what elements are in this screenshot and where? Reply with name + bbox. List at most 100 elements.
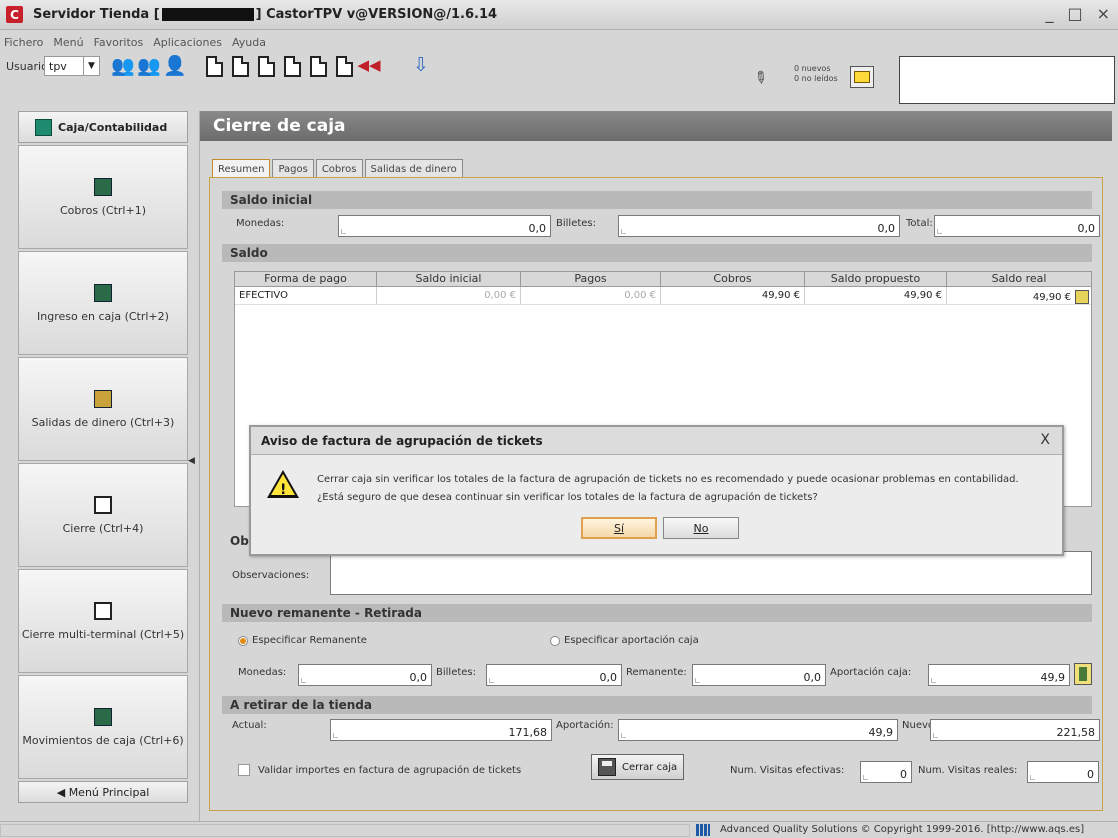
users-network-icon[interactable]: 👥 xyxy=(111,54,135,77)
document-icon[interactable] xyxy=(336,56,353,77)
tab-salidas-dinero[interactable]: Salidas de dinero xyxy=(364,159,463,178)
col-saldo-propuesto[interactable]: Saldo propuesto xyxy=(805,272,947,286)
dialog-message: Cerrar caja sin verificar los totales de… xyxy=(317,474,1019,503)
col-saldo-inicial[interactable]: Saldo inicial xyxy=(377,272,521,286)
tab-cobros[interactable]: Cobros xyxy=(315,159,363,178)
col-cobros[interactable]: Cobros xyxy=(661,272,805,286)
radio-especificar-aportacion[interactable] xyxy=(550,636,560,646)
minimize-button[interactable]: _ xyxy=(1045,4,1053,23)
calculator-icon[interactable] xyxy=(1074,663,1092,685)
dialog-close-button[interactable]: X xyxy=(1040,432,1050,448)
section-nuevo-remanente: Nuevo remanente - Retirada xyxy=(222,604,1092,622)
message-display-box xyxy=(899,56,1115,104)
redacted-block xyxy=(161,8,254,21)
retirar-aportacion-field[interactable]: 49,9 xyxy=(618,719,898,741)
users-group-icon[interactable]: 👥 xyxy=(137,54,161,77)
radio-especificar-remanente[interactable] xyxy=(238,636,248,646)
validar-importes-label: Validar importes en factura de agrupació… xyxy=(258,765,522,776)
status-bar: Advanced Quality Solutions © Copyright 1… xyxy=(0,821,1118,838)
cash-register-icon xyxy=(35,118,52,136)
page-title: Cierre de caja xyxy=(200,111,1112,141)
tab-resumen[interactable]: Resumen xyxy=(212,159,271,178)
save-disk-icon xyxy=(598,758,616,776)
document-icon[interactable] xyxy=(258,56,275,77)
pin-icon: ✎ xyxy=(749,65,772,90)
sidebar-item-cobros[interactable]: Cobros (Ctrl+1) xyxy=(18,145,188,249)
saldo-inicial-monedas-field[interactable]: 0,0 xyxy=(338,215,551,237)
mail-button[interactable] xyxy=(850,66,874,88)
menu-aplicaciones[interactable]: Aplicaciones xyxy=(153,36,222,50)
observaciones-textarea[interactable] xyxy=(330,551,1092,595)
warning-dialog: Aviso de factura de agrupación de ticket… xyxy=(249,425,1064,556)
cell-saldo-real[interactable]: 49,90 € xyxy=(947,287,1091,304)
dialog-title: Aviso de factura de agrupación de ticket… xyxy=(251,427,1062,455)
cell-saldo-propuesto: 49,90 € xyxy=(805,287,947,304)
retirar-actual-field[interactable]: 171,68 xyxy=(330,719,552,741)
total-label: Total: xyxy=(906,218,933,229)
retirar-nuevo-field[interactable]: 221,58 xyxy=(930,719,1100,741)
document-icon[interactable] xyxy=(206,56,223,77)
document-icon[interactable] xyxy=(232,56,249,77)
tab-pagos[interactable]: Pagos xyxy=(272,159,314,178)
aportacion-label: Aportación: xyxy=(556,720,614,731)
document-icon[interactable] xyxy=(284,56,301,77)
saldo-inicial-billetes-field[interactable]: 0,0 xyxy=(618,215,900,237)
observaciones-label: Observaciones: xyxy=(232,570,310,581)
document-icon[interactable] xyxy=(310,56,327,77)
menu-fichero[interactable]: Fichero xyxy=(4,36,43,50)
table-row[interactable]: EFECTIVO 0,00 € 0,00 € 49,90 € 49,90 € 4… xyxy=(235,287,1091,305)
sidebar-item-cierre[interactable]: Cierre (Ctrl+4) xyxy=(18,463,188,567)
sidebar-item-cierre-multi-terminal[interactable]: Cierre multi-terminal (Ctrl+5) xyxy=(18,569,188,673)
cell-cobros: 49,90 € xyxy=(661,287,805,304)
aportacion-caja-field[interactable]: 49,9 xyxy=(928,664,1070,686)
back-arrows-icon[interactable]: ◀◀ xyxy=(357,54,380,76)
remanente-monedas-label: Monedas: xyxy=(238,667,287,678)
sidebar-item-ingreso-caja[interactable]: Ingreso en caja (Ctrl+2) xyxy=(18,251,188,355)
menu-bar: Fichero Menú Favoritos Aplicaciones Ayud… xyxy=(0,36,266,50)
sidebar: Caja/Contabilidad Cobros (Ctrl+1) Ingres… xyxy=(18,111,188,821)
menu-favoritos[interactable]: Favoritos xyxy=(94,36,144,50)
cerrar-caja-button[interactable]: Cerrar caja xyxy=(591,754,685,780)
sidebar-header[interactable]: Caja/Contabilidad xyxy=(18,111,188,143)
remanente-monedas-field[interactable]: 0,0 xyxy=(298,664,432,686)
dialog-yes-button[interactable]: Sí xyxy=(581,517,657,539)
collapse-sidebar-icon[interactable]: ◀ xyxy=(188,456,195,466)
remanente-label: Remanente: xyxy=(626,667,687,678)
window-title: Servidor Tienda [] CastorTPV v@VERSION@/… xyxy=(33,7,498,22)
cash-in-icon xyxy=(94,177,112,196)
visitas-efectivas-field[interactable]: 0 xyxy=(860,761,912,783)
download-icon[interactable]: ⇩ xyxy=(410,54,432,76)
maximize-button[interactable]: □ xyxy=(1067,4,1082,23)
user-key-icon[interactable]: 👤 xyxy=(163,54,187,77)
col-forma-pago[interactable]: Forma de pago xyxy=(235,272,377,286)
radio-especificar-aportacion-label: Especificar aportación caja xyxy=(564,635,699,646)
saldo-inicial-total-field[interactable]: 0,0 xyxy=(934,215,1100,237)
money-out-icon xyxy=(94,389,112,408)
dialog-no-button[interactable]: No xyxy=(663,517,739,539)
status-message-area xyxy=(0,824,690,837)
toolbar: Usuario: tpv ▼ 👥 👥 👤 ◀◀ ⇩ ✎ 0 nuevos 0 n… xyxy=(0,54,1118,106)
sidebar-item-salidas-dinero[interactable]: Salidas de dinero (Ctrl+3) xyxy=(18,357,188,461)
main-menu-button[interactable]: ◀ Menú Principal xyxy=(18,781,188,803)
col-pagos[interactable]: Pagos xyxy=(521,272,661,286)
visitas-reales-field[interactable]: 0 xyxy=(1027,761,1099,783)
aportacion-caja-label: Aportación caja: xyxy=(830,667,912,678)
user-select[interactable]: tpv ▼ xyxy=(44,56,100,76)
close-button[interactable]: × xyxy=(1097,4,1110,23)
validar-importes-checkbox[interactable] xyxy=(238,764,250,776)
calculator-icon[interactable] xyxy=(1075,290,1089,304)
chevron-down-icon[interactable]: ▼ xyxy=(83,57,99,75)
multi-terminal-icon xyxy=(94,601,112,620)
remanente-billetes-field[interactable]: 0,0 xyxy=(486,664,622,686)
menu-ayuda[interactable]: Ayuda xyxy=(232,36,266,50)
close-register-icon xyxy=(94,495,112,514)
cell-forma-pago: EFECTIVO xyxy=(235,287,377,304)
sidebar-item-movimientos-caja[interactable]: Movimientos de caja (Ctrl+6) xyxy=(18,675,188,779)
menu-menu[interactable]: Menú xyxy=(53,36,83,50)
col-saldo-real[interactable]: Saldo real xyxy=(947,272,1091,286)
deposit-icon xyxy=(94,283,112,302)
remanente-field[interactable]: 0,0 xyxy=(692,664,826,686)
window-title-bar: C Servidor Tienda [] CastorTPV v@VERSION… xyxy=(0,0,1118,30)
castor-logo-icon: C xyxy=(6,6,23,23)
copyright-text: Advanced Quality Solutions © Copyright 1… xyxy=(720,824,1085,835)
